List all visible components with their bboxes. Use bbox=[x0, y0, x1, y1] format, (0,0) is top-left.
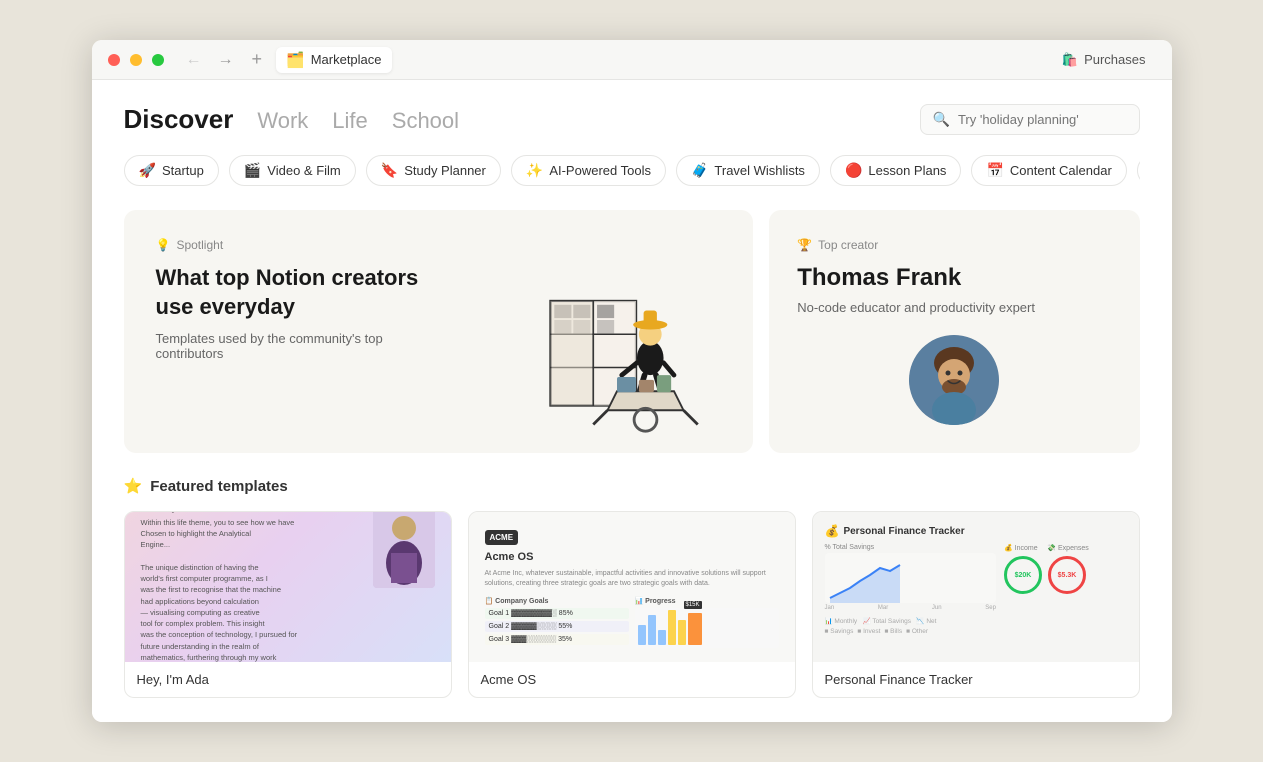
browser-toolbar: ← → + 🗂️ Marketplace 🛍️ Purchases bbox=[92, 40, 1172, 80]
pill-video-film[interactable]: 🎬 Video & Film bbox=[229, 155, 356, 186]
illustration-svg bbox=[468, 263, 728, 453]
nav-school[interactable]: School bbox=[392, 108, 459, 134]
search-input[interactable] bbox=[958, 112, 1127, 127]
pill-video-label: Video & Film bbox=[267, 163, 340, 178]
nav-work[interactable]: Work bbox=[257, 108, 308, 134]
purchases-button[interactable]: 🛍️ Purchases bbox=[1052, 48, 1156, 72]
page-header: Discover Work Life School 🔍 bbox=[124, 104, 1140, 135]
star-icon: ⭐ bbox=[124, 477, 143, 495]
creator-avatar bbox=[909, 335, 999, 425]
pill-travel[interactable]: 🧳 Travel Wishlists bbox=[676, 155, 820, 186]
marketplace-tab-icon: 🗂️ bbox=[286, 51, 305, 69]
pill-study-label: Study Planner bbox=[404, 163, 486, 178]
nav-discover[interactable]: Discover bbox=[124, 104, 234, 135]
pill-startup-label: Startup bbox=[162, 163, 204, 178]
active-tab[interactable]: 🗂️ Marketplace bbox=[276, 47, 392, 73]
template-ada-thumb: 💜 Hey, I'm Ada Within this life theme, y… bbox=[125, 512, 451, 662]
pill-startup[interactable]: 🚀 Startup bbox=[124, 155, 219, 186]
spotlight-desc: Templates used by the community's top co… bbox=[156, 331, 436, 361]
purchases-icon: 🛍️ bbox=[1062, 52, 1078, 68]
search-box: 🔍 bbox=[920, 104, 1140, 135]
template-ada[interactable]: 💜 Hey, I'm Ada Within this life theme, y… bbox=[124, 511, 452, 698]
top-creator-label: 🏆 Top creator bbox=[797, 238, 878, 252]
ai-icon: ✨ bbox=[526, 162, 543, 179]
pill-ai-label: AI-Powered Tools bbox=[549, 163, 651, 178]
pill-crm[interactable]: 🔷 CRM bbox=[1137, 155, 1140, 186]
template-finance[interactable]: 💰 Personal Finance Tracker % Total Savin… bbox=[812, 511, 1140, 698]
spotlight-card[interactable]: 💡 Spotlight What top Notion creators use… bbox=[124, 210, 754, 453]
template-acme[interactable]: ACME Acme OS At Acme Inc, whatever susta… bbox=[468, 511, 796, 698]
top-creator-card[interactable]: 🏆 Top creator Thomas Frank No-code educa… bbox=[769, 210, 1139, 453]
template-ada-label: Hey, I'm Ada bbox=[125, 662, 451, 697]
lesson-icon: 🔴 bbox=[845, 162, 862, 179]
calendar-icon: 📅 bbox=[986, 162, 1003, 179]
purchases-label: Purchases bbox=[1084, 52, 1145, 67]
pill-travel-label: Travel Wishlists bbox=[714, 163, 805, 178]
search-icon: 🔍 bbox=[933, 111, 950, 128]
pill-lesson-plans[interactable]: 🔴 Lesson Plans bbox=[830, 155, 962, 186]
spotlight-label: 💡 Spotlight bbox=[156, 238, 722, 252]
category-pills: 🚀 Startup 🎬 Video & Film 🔖 Study Planner… bbox=[124, 155, 1140, 186]
tab-bar: 🗂️ Marketplace bbox=[276, 47, 1042, 73]
close-btn[interactable] bbox=[108, 54, 120, 66]
creator-desc: No-code educator and productivity expert bbox=[797, 300, 1035, 315]
spotlight-illustration bbox=[463, 253, 733, 453]
maximize-btn[interactable] bbox=[152, 54, 164, 66]
template-acme-thumb: ACME Acme OS At Acme Inc, whatever susta… bbox=[469, 512, 795, 662]
page-content: Discover Work Life School 🔍 🚀 Startup 🎬 … bbox=[92, 80, 1172, 722]
templates-grid: 💜 Hey, I'm Ada Within this life theme, y… bbox=[124, 511, 1140, 698]
nav-life[interactable]: Life bbox=[332, 108, 367, 134]
template-acme-label: Acme OS bbox=[469, 662, 795, 697]
video-icon: 🎬 bbox=[244, 162, 261, 179]
travel-icon: 🧳 bbox=[691, 162, 708, 179]
acme-logo: ACME bbox=[485, 530, 519, 545]
trophy-icon: 🏆 bbox=[797, 238, 812, 252]
startup-icon: 🚀 bbox=[139, 162, 156, 179]
spotlight-title: What top Notion creators use everyday bbox=[156, 264, 436, 321]
browser-window: ← → + 🗂️ Marketplace 🛍️ Purchases Discov… bbox=[92, 40, 1172, 722]
pill-study-planner[interactable]: 🔖 Study Planner bbox=[366, 155, 501, 186]
featured-section-title: ⭐ Featured templates bbox=[124, 477, 1140, 495]
pill-lesson-label: Lesson Plans bbox=[868, 163, 946, 178]
pill-ai-tools[interactable]: ✨ AI-Powered Tools bbox=[511, 155, 666, 186]
spotlight-icon: 💡 bbox=[156, 238, 171, 252]
template-finance-thumb: 💰 Personal Finance Tracker % Total Savin… bbox=[813, 512, 1139, 662]
main-nav: Discover Work Life School bbox=[124, 104, 460, 135]
minimize-btn[interactable] bbox=[130, 54, 142, 66]
creator-name: Thomas Frank bbox=[797, 264, 961, 292]
new-tab-button[interactable]: + bbox=[248, 47, 267, 72]
pill-calendar-label: Content Calendar bbox=[1010, 163, 1112, 178]
browser-nav: ← → bbox=[182, 49, 238, 71]
pill-content-calendar[interactable]: 📅 Content Calendar bbox=[971, 155, 1126, 186]
forward-arrow-icon[interactable]: → bbox=[214, 49, 238, 71]
main-cards-row: 💡 Spotlight What top Notion creators use… bbox=[124, 210, 1140, 453]
active-tab-label: Marketplace bbox=[311, 52, 382, 67]
back-arrow-icon[interactable]: ← bbox=[182, 49, 206, 71]
template-finance-label: Personal Finance Tracker bbox=[813, 662, 1139, 697]
study-icon: 🔖 bbox=[381, 162, 398, 179]
avatar-svg bbox=[909, 335, 999, 425]
